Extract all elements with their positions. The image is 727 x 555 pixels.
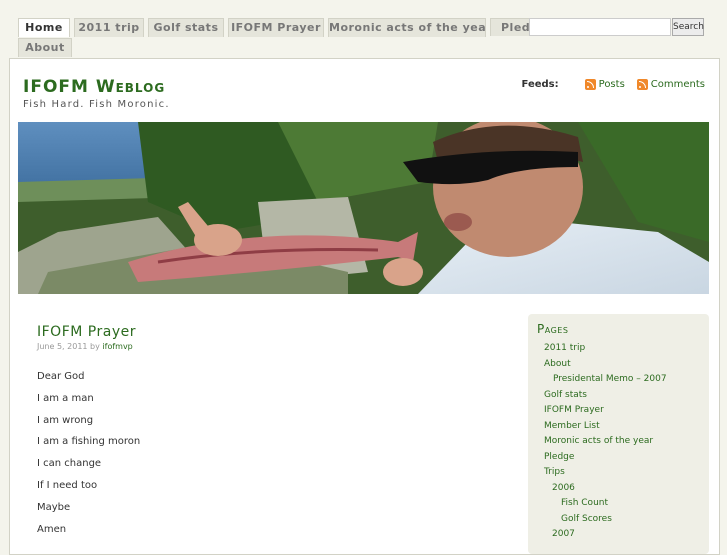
- sidebar-item-pledge[interactable]: Pledge: [544, 452, 574, 462]
- post-line: Dear God: [37, 371, 85, 382]
- search-input[interactable]: [529, 18, 671, 36]
- tab-2011-trip[interactable]: 2011 trip: [74, 18, 144, 37]
- posts-feed-label: Posts: [598, 79, 625, 90]
- sidebar-item-golf-scores[interactable]: Golf Scores: [561, 514, 612, 524]
- post-meta: June 5, 2011 by ifofmvp: [37, 342, 133, 351]
- post-title[interactable]: IFOFM Prayer: [37, 324, 136, 340]
- posts-feed-link[interactable]: Posts: [584, 79, 625, 90]
- sidebar-item-golf-stats[interactable]: Golf stats: [544, 390, 587, 400]
- feeds: Feeds: Posts Comments: [522, 79, 705, 90]
- tab-home[interactable]: Home: [18, 18, 70, 37]
- post-line: Amen: [37, 524, 67, 535]
- sidebar-item-2007[interactable]: 2007: [552, 529, 575, 539]
- post-line: I am a fishing moron: [37, 436, 141, 447]
- tab-moronic-acts[interactable]: Moronic acts of the year: [328, 18, 486, 37]
- rss-icon: [636, 79, 648, 90]
- tab-ifofm-prayer[interactable]: IFOFM Prayer: [228, 18, 324, 37]
- tab-golf-stats[interactable]: Golf stats: [148, 18, 224, 37]
- feeds-label: Feeds:: [521, 79, 559, 90]
- sidebar-pages: Pages 2011 trip About Presidental Memo –…: [528, 314, 709, 554]
- sidebar-item-fish-count[interactable]: Fish Count: [561, 498, 608, 508]
- post-line: I am a man: [37, 393, 94, 404]
- post-line: I can change: [37, 458, 102, 469]
- rss-icon: [584, 79, 596, 90]
- post-line: Maybe: [37, 502, 71, 513]
- sidebar-item-presidental-memo[interactable]: Presidental Memo – 2007: [553, 374, 667, 384]
- post-line: If I need too: [37, 480, 98, 491]
- sidebar-heading: Pages: [537, 322, 569, 336]
- post-line: I am wrong: [37, 415, 94, 426]
- sidebar-item-ifofm-prayer[interactable]: IFOFM Prayer: [544, 405, 604, 415]
- sidebar-item-trips[interactable]: Trips: [544, 467, 565, 477]
- site-title[interactable]: IFOFM Weblog: [23, 77, 165, 97]
- post-author-link[interactable]: ifofmvp: [102, 342, 132, 351]
- comments-feed-link[interactable]: Comments: [636, 79, 705, 90]
- sidebar-item-2006[interactable]: 2006: [552, 483, 575, 493]
- main-panel: IFOFM Weblog Fish Hard. Fish Moronic. Fe…: [9, 58, 720, 555]
- sidebar-item-member-list[interactable]: Member List: [544, 421, 600, 431]
- header-photo: [18, 122, 709, 294]
- tab-about[interactable]: About: [18, 38, 72, 57]
- post-date: June 5, 2011 by: [37, 342, 100, 351]
- sidebar-item-about[interactable]: About: [544, 359, 571, 369]
- header-photo-art: [18, 122, 709, 294]
- sidebar-item-moronic-acts[interactable]: Moronic acts of the year: [544, 436, 653, 446]
- comments-feed-label: Comments: [650, 79, 705, 90]
- sidebar-item-2011-trip[interactable]: 2011 trip: [544, 343, 585, 353]
- site-tagline: Fish Hard. Fish Moronic.: [23, 99, 170, 110]
- search-button[interactable]: Search: [672, 18, 704, 36]
